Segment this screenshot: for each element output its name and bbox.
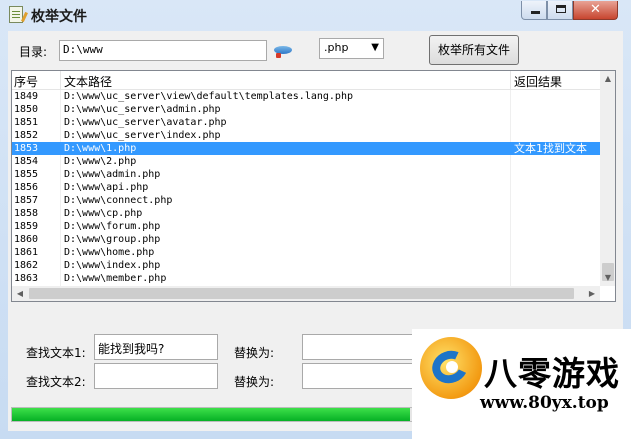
table-row[interactable]: 1849 D:\www\uc_server\view\default\templa… (12, 90, 600, 103)
list-header: 序号 文本路径 返回结果 (12, 71, 600, 90)
row-number-cell: 1855 (14, 169, 39, 180)
minimize-button[interactable] (521, 1, 547, 20)
replace-2-label: 替换为: (234, 375, 275, 389)
row-number-cell: 1857 (14, 195, 39, 206)
extension-select[interactable]: .php ▼ (319, 38, 384, 59)
scroll-up-icon[interactable]: ▲ (600, 71, 615, 87)
row-path-cell: D:\www\index.php (64, 260, 161, 271)
horizontal-scroll-thumb[interactable] (29, 288, 574, 299)
row-path-cell: D:\www\1.php (64, 143, 137, 154)
row-number-cell: 1858 (14, 208, 39, 219)
enumerate-files-button[interactable]: 枚举所有文件 (429, 35, 519, 65)
table-row[interactable]: 1854 D:\www\2.php (12, 155, 600, 168)
row-number-cell: 1849 (14, 91, 39, 102)
table-row[interactable]: 1850 D:\www\uc_server\admin.php (12, 103, 600, 116)
table-row[interactable]: 1861 D:\www\home.php (12, 246, 600, 259)
row-number-cell: 1856 (14, 182, 39, 193)
browse-folder-icon[interactable] (273, 44, 295, 58)
row-number-cell: 1851 (14, 117, 39, 128)
column-header-path[interactable]: 文本路径 (64, 73, 112, 90)
row-number-cell: 1852 (14, 130, 39, 141)
title-bar[interactable]: 枚举文件 ✕ (0, 0, 631, 31)
app-document-icon (9, 6, 28, 23)
file-list[interactable]: 序号 文本路径 返回结果 1849 D:\www\uc_server\view\d… (11, 70, 616, 302)
row-path-cell: D:\www\uc_server\admin.php (64, 104, 221, 115)
row-number-cell: 1859 (14, 221, 39, 232)
table-row[interactable]: 1851 D:\www\uc_server\avatar.php (12, 116, 600, 129)
scroll-right-icon[interactable]: ▶ (584, 286, 600, 301)
vertical-scrollbar[interactable]: ▲ ▼ (600, 71, 615, 286)
row-number-cell: 1860 (14, 234, 39, 245)
replace-1-label: 替换为: (234, 346, 275, 360)
find-text-1-input[interactable]: 能找到我吗? (94, 334, 218, 360)
find-text-2-label: 查找文本2: (26, 375, 86, 389)
watermark: 八零游戏 www.80yx.top (412, 329, 631, 439)
table-row[interactable]: 1853 D:\www\1.php 文本1找到文本 (12, 142, 600, 155)
scroll-left-icon[interactable]: ◀ (12, 286, 28, 301)
table-row[interactable]: 1856 D:\www\api.php (12, 181, 600, 194)
find-text-1-label: 查找文本1: (26, 346, 86, 360)
replace-1-input[interactable] (302, 334, 426, 360)
table-row[interactable]: 1859 D:\www\forum.php (12, 220, 600, 233)
close-icon: ✕ (590, 2, 601, 17)
column-header-number[interactable]: 序号 (14, 73, 38, 90)
progress-fill (12, 408, 410, 421)
dir-input[interactable]: D:\www (59, 40, 267, 61)
row-path-cell: D:\www\api.php (64, 182, 149, 193)
extension-value: .php (324, 41, 349, 54)
window-title: 枚举文件 (31, 9, 87, 25)
row-path-cell: D:\www\uc_server\index.php (64, 130, 221, 141)
table-row[interactable]: 1858 D:\www\cp.php (12, 207, 600, 220)
row-path-cell: D:\www\connect.php (64, 195, 173, 206)
watermark-url: www.80yx.top (480, 393, 609, 413)
row-path-cell: D:\www\group.php (64, 234, 161, 245)
row-path-cell: D:\www\member.php (64, 273, 167, 284)
find-text-2-input[interactable] (94, 363, 218, 389)
row-path-cell: D:\www\forum.php (64, 221, 161, 232)
watermark-brand: 八零游戏 (484, 354, 620, 393)
close-button[interactable]: ✕ (573, 1, 618, 20)
table-row[interactable]: 1857 D:\www\connect.php (12, 194, 600, 207)
table-row[interactable]: 1863 D:\www\member.php (12, 272, 600, 285)
row-number-cell: 1862 (14, 260, 39, 271)
row-result-cell: 文本1找到文本 (514, 142, 587, 155)
replace-2-input[interactable] (302, 363, 426, 389)
row-number-cell: 1850 (14, 104, 39, 115)
maximize-button[interactable] (547, 1, 573, 20)
row-number-cell: 1861 (14, 247, 39, 258)
table-row[interactable]: 1855 D:\www\admin.php (12, 168, 600, 181)
table-row[interactable]: 1860 D:\www\group.php (12, 233, 600, 246)
row-path-cell: D:\www\2.php (64, 156, 137, 167)
row-number-cell: 1863 (14, 273, 39, 284)
column-header-result[interactable]: 返回结果 (514, 73, 562, 90)
dir-label: 目录: (19, 45, 48, 59)
row-path-cell: D:\www\uc_server\view\default\templates.… (64, 91, 353, 102)
horizontal-scrollbar[interactable]: ◀ ▶ (12, 286, 600, 301)
row-path-cell: D:\www\uc_server\avatar.php (64, 117, 227, 128)
row-number-cell: 1854 (14, 156, 39, 167)
row-path-cell: D:\www\admin.php (64, 169, 161, 180)
table-row[interactable]: 1862 D:\www\index.php (12, 259, 600, 272)
row-path-cell: D:\www\home.php (64, 247, 155, 258)
row-path-cell: D:\www\cp.php (64, 208, 143, 219)
list-rows: 1849 D:\www\uc_server\view\default\templa… (12, 90, 600, 287)
scroll-down-icon[interactable]: ▼ (600, 270, 615, 286)
row-number-cell: 1853 (14, 143, 39, 154)
table-row[interactable]: 1852 D:\www\uc_server\index.php (12, 129, 600, 142)
chevron-down-icon: ▼ (371, 42, 379, 53)
brand-logo-icon (420, 337, 482, 399)
